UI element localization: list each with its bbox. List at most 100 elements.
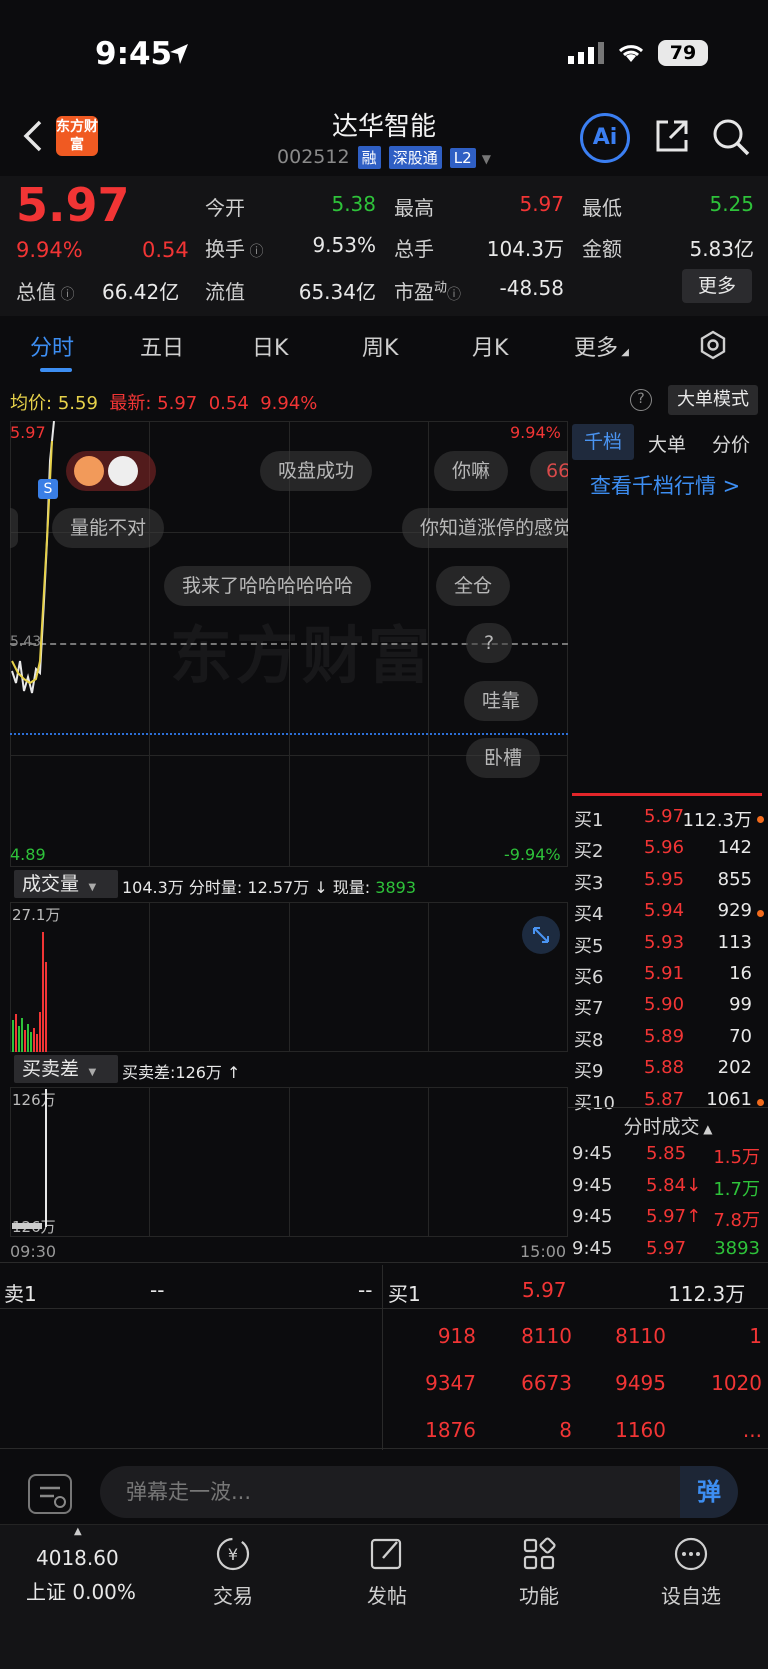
- avg-price-line: [10, 733, 568, 735]
- trade-row: 9:45 5.97 3893: [572, 1238, 764, 1268]
- edit-icon: [370, 1538, 402, 1570]
- bid-level: 买6: [574, 967, 604, 988]
- queue-order: 918: [437, 1324, 476, 1348]
- sell1-label: 卖1: [4, 1282, 37, 1306]
- queue-order: 8110: [615, 1324, 666, 1348]
- queue-order: 1876: [425, 1418, 476, 1442]
- tab-intraday[interactable]: 分时: [30, 330, 74, 362]
- volume-info: 104.3万 分时量: 12.57万 ↓ 现量: 3893: [122, 878, 417, 897]
- tab-more[interactable]: 更多 ◢: [574, 330, 629, 362]
- nav-trade[interactable]: ¥ 交易: [178, 1534, 288, 1609]
- battery-indicator: 79: [658, 40, 708, 66]
- danmaku-bullet-fragment: [10, 508, 18, 548]
- emoji-avatar: [74, 456, 104, 486]
- danmaku-input[interactable]: 弹幕走一波...: [100, 1466, 712, 1518]
- help-icon[interactable]: ?: [630, 389, 652, 411]
- nav-add-watchlist-label: 设自选: [661, 1584, 721, 1608]
- tab-monthly-k[interactable]: 月K: [472, 330, 508, 362]
- danmaku-bullet: 卧槽: [466, 738, 541, 778]
- bid-row: 买1 5.97 112.3万: [574, 806, 764, 837]
- diff-indicator-select[interactable]: 买卖差 ▼: [14, 1055, 118, 1083]
- price-info-line: 均价: 5.59 最新: 5.97 0.54 9.94%: [10, 393, 318, 414]
- bid-row: 买3 5.95 855: [574, 869, 764, 900]
- emoji-bullet: [66, 451, 156, 491]
- connect-tag: 深股通: [388, 146, 442, 169]
- wifi-icon: [618, 45, 644, 62]
- bid-price: 5.88: [644, 1057, 685, 1079]
- bid-price: 5.94: [644, 900, 685, 922]
- ai-button[interactable]: Ai: [580, 113, 630, 163]
- bid-price: 5.97: [644, 806, 685, 827]
- chart-start-time: 09:30: [10, 1242, 57, 1261]
- amount-value: 5.83亿: [689, 237, 754, 261]
- svg-text:¥: ¥: [228, 1545, 238, 1564]
- big-order-mode-button[interactable]: 大单模式: [668, 385, 758, 415]
- trade-price: 5.97↑: [646, 1206, 702, 1227]
- share-icon[interactable]: [654, 118, 690, 154]
- big-order-dot: [757, 1098, 764, 1106]
- stock-code: 002512: [277, 146, 350, 168]
- bid-volume: 112.3万: [682, 810, 752, 831]
- bid-row: 买5 5.93 113: [574, 932, 764, 963]
- danmaku-bullet: 全仓: [436, 566, 511, 606]
- danmaku-send-button[interactable]: 弹: [680, 1466, 738, 1518]
- danmaku-bullet: 吸盘成功: [260, 451, 373, 491]
- grid-line: [428, 1087, 429, 1237]
- search-icon[interactable]: [712, 118, 750, 156]
- nav-functions-label: 功能: [519, 1584, 559, 1608]
- float-cap-value: 65.34亿: [298, 280, 376, 304]
- more-button[interactable]: 更多: [682, 269, 752, 303]
- expand-icon[interactable]: [522, 916, 560, 954]
- sell1-volume: --: [358, 1278, 373, 1302]
- stock-subtitle[interactable]: 002512 融 深股通 L2 ▼: [0, 146, 768, 169]
- tab-daily-k[interactable]: 日K: [252, 330, 288, 362]
- index-value[interactable]: 4018.60: [36, 1546, 119, 1570]
- current-price: 5.97: [16, 178, 130, 232]
- bid-level: 买8: [574, 1029, 604, 1051]
- nav-post[interactable]: 发帖: [332, 1534, 442, 1609]
- divider: [0, 1448, 768, 1449]
- bid-price: 5.91: [644, 963, 685, 984]
- volume-indicator-select[interactable]: 成交量 ▼: [14, 870, 118, 898]
- bid-price: 5.90: [644, 994, 685, 1016]
- tab-price-dist[interactable]: 分价: [712, 430, 750, 457]
- divider: [568, 1107, 768, 1108]
- bid-volume: 202: [717, 1057, 752, 1079]
- bid-price: 5.95: [644, 868, 685, 890]
- divider: [0, 1262, 768, 1263]
- tab-weekly-k[interactable]: 周K: [362, 330, 398, 362]
- trade-time: 9:45: [572, 1143, 613, 1164]
- buy1-label: 买1: [388, 1282, 421, 1306]
- tab-big-order[interactable]: 大单: [648, 430, 686, 457]
- open-value: 5.38: [331, 192, 376, 216]
- change-percent: 9.94%: [16, 238, 83, 262]
- float-cap-label: 流值: [205, 280, 245, 304]
- high-label: 最高: [394, 196, 434, 220]
- bid-level: 买10: [574, 1092, 615, 1114]
- trade-icon: ¥: [216, 1537, 250, 1571]
- grid-line: [149, 1087, 150, 1237]
- index-label[interactable]: 上证 0.00%: [26, 1576, 136, 1605]
- trade-time: 9:45: [572, 1237, 613, 1259]
- bid-volume: 16: [729, 963, 752, 984]
- bid-price: 5.89: [644, 1025, 685, 1047]
- tab-five-day[interactable]: 五日: [140, 330, 184, 362]
- total-cap-value: 66.42亿: [102, 280, 180, 304]
- gear-icon[interactable]: [698, 330, 728, 360]
- trade-list-title[interactable]: 分时成交 ▲: [572, 1112, 764, 1139]
- danmaku-settings-icon[interactable]: [28, 1474, 72, 1514]
- bid-volume: 929: [717, 900, 752, 922]
- trade-time: 9:45: [572, 1206, 613, 1227]
- queue-order: 1160: [615, 1418, 666, 1442]
- nav-functions[interactable]: 功能: [484, 1534, 594, 1609]
- danmaku-bullet: 哇靠: [464, 681, 539, 721]
- total-cap-label: 总值 ⓘ: [16, 280, 75, 304]
- divider: [0, 1308, 768, 1309]
- nav-add-watchlist[interactable]: 设自选: [636, 1534, 746, 1609]
- more-dots-icon: [674, 1537, 708, 1571]
- queue-order: 1: [749, 1324, 762, 1348]
- trade-row: 9:45 5.97↑ 7.8万: [572, 1206, 764, 1236]
- depth-quote-link[interactable]: 查看千档行情 >: [590, 470, 740, 500]
- tab-depth[interactable]: 千档: [572, 424, 634, 460]
- status-icons: 79: [568, 40, 708, 66]
